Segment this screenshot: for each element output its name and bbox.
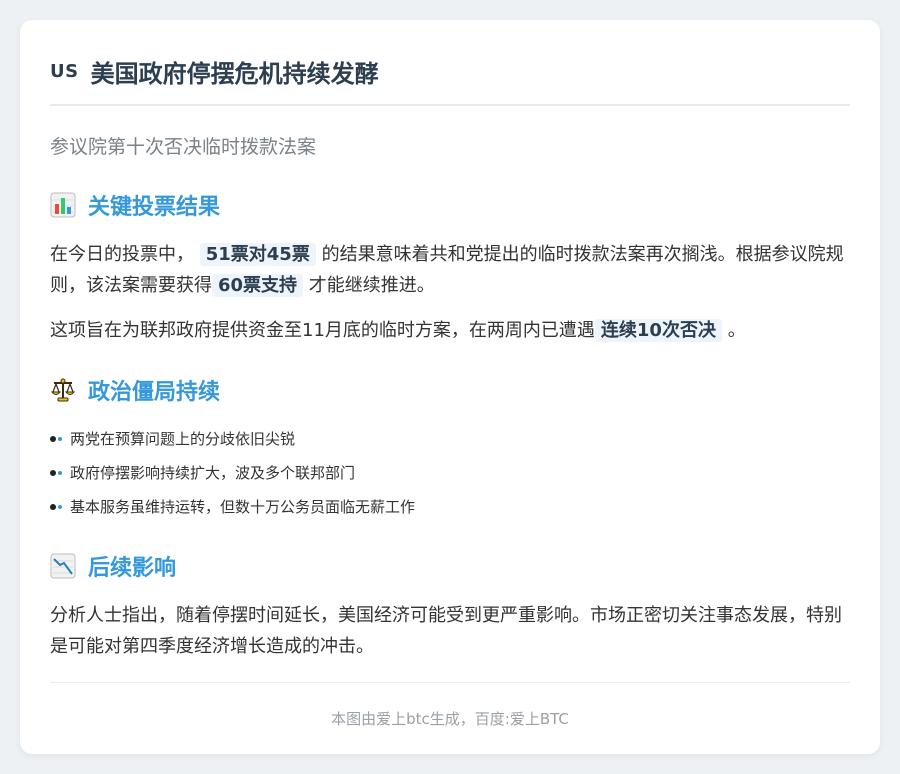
section-title-text: 政治僵局持续 [88,380,221,405]
section-title-text: 后续影响 [88,556,177,581]
footer: 本图由爱上btc生成，百度:爱上BTC [50,682,850,754]
page-title: 美国政府停摆危机持续发酵 [90,59,379,88]
vote-paragraph-2: 这项旨在为联邦政府提供资金至11月底的临时方案，在两周内已遭遇 连续10次否决 。 [50,315,850,346]
vote-paragraph-1: 在今日的投票中， 51票对45票 的结果意味着共和党提出的临时拨款法案再次搁浅。… [50,239,850,301]
section-title-deadlock: 政治僵局持续 [50,374,850,406]
section-title-impact: 后续影响 [50,550,850,582]
bullet-icon [58,437,62,441]
scales-icon [50,378,76,402]
bar-chart-icon [50,192,76,218]
us-flag-icon: US [50,60,79,82]
list-item-text: 两党在预算问题上的分歧依旧尖锐 [70,430,296,448]
section-title-vote: 关键投票结果 [50,189,850,221]
article-card: US 美国政府停摆危机持续发酵 参议院第十次否决临时拨款法案 关键投票结果 在今… [20,20,880,754]
list-item: 政府停摆影响持续扩大，波及多个联邦部门 [50,456,850,490]
chart-decreasing-icon [50,553,76,579]
list-item-text: 政府停摆影响持续扩大，波及多个联邦部门 [70,464,356,482]
bullet-icon [58,471,62,475]
text-run: 。 [727,320,746,341]
section-title-text: 关键投票结果 [88,195,221,220]
impact-paragraph: 分析人士指出，随着停摆时间延长，美国经济可能受到更严重影响。市场正密切关注事态发… [50,605,842,657]
bullet-icon [50,504,56,510]
list-item: 两党在预算问题上的分歧依旧尖锐 [50,422,850,456]
deadlock-list: 两党在预算问题上的分歧依旧尖锐 政府停摆影响持续扩大，波及多个联邦部门 基本服务… [50,422,850,524]
list-item-text: 基本服务虽维持运转，但数十万公务员面临无薪工作 [70,498,416,516]
bullet-icon [50,436,56,442]
bullet-icon [50,470,56,476]
highlight-rejections: 连续10次否决 [594,319,722,342]
text-run: 在今日的投票中， [50,244,194,265]
text-run: 才能继续推进。 [308,275,435,296]
text-run: 这项旨在为联邦政府提供资金至11月底的临时方案，在两周内已遭遇 [50,320,595,341]
article-header: US 美国政府停摆危机持续发酵 [50,20,850,106]
highlight-vote-count: 51票对45票 [199,243,316,266]
highlight-votes-needed: 60票支持 [212,274,304,297]
subtitle: 参议院第十次否决临时拨款法案 [50,136,317,158]
bullet-icon [58,505,62,509]
list-item: 基本服务虽维持运转，但数十万公务员面临无薪工作 [50,490,850,524]
